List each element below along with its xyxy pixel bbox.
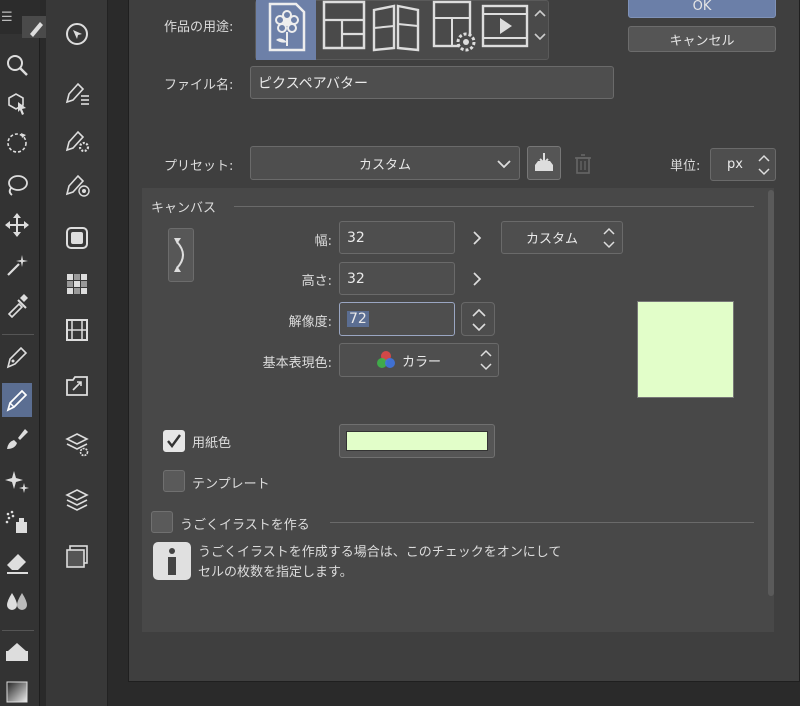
paper-color-swatch [346, 431, 488, 451]
trash-icon [575, 154, 591, 174]
resolution-label: 解像度: [288, 315, 332, 330]
chevron-right-icon[interactable] [471, 271, 483, 287]
object-select-icon[interactable] [2, 88, 32, 118]
checkmark-icon [167, 434, 181, 448]
height-input[interactable]: 32 [339, 262, 455, 295]
settings-print-icon [432, 0, 476, 52]
eraser-icon[interactable] [2, 547, 32, 577]
rgb-color-icon [377, 351, 395, 368]
size-preset-select[interactable]: カスタム [501, 221, 623, 254]
width-input[interactable]: 32 [339, 221, 455, 254]
unit-select[interactable]: px [710, 148, 776, 181]
magic-wand-icon[interactable] [2, 250, 32, 280]
cancel-button[interactable]: キャンセル [628, 26, 776, 52]
layer-icon[interactable] [61, 484, 93, 516]
section-divider [330, 522, 754, 523]
preset-value: カスタム [358, 157, 411, 173]
up-down-icon [472, 308, 486, 332]
decoration-icon[interactable] [2, 466, 32, 496]
size-preset-value: カスタム [526, 232, 579, 247]
width-label: 幅: [314, 234, 332, 249]
brush-icon[interactable] [2, 424, 32, 454]
info-text-line2: セルの枚数を指定します。 [198, 565, 353, 580]
airbrush-icon[interactable] [2, 506, 32, 536]
paper-color-label: 用紙色 [192, 436, 232, 451]
color-mode-value: カラー [402, 354, 442, 370]
usage-comic-book[interactable] [370, 0, 422, 52]
sub-tool-icon[interactable] [61, 76, 93, 108]
chevron-down-icon [497, 160, 511, 169]
usage-animation[interactable] [480, 0, 530, 52]
comic-icon [322, 0, 366, 50]
animation-timeline-icon[interactable] [61, 314, 93, 346]
move-icon[interactable] [2, 210, 32, 240]
unit-label: 単位: [670, 159, 701, 174]
color-set-icon[interactable] [61, 268, 93, 300]
filename-label: ファイル名: [164, 78, 234, 93]
layer-property-icon[interactable] [61, 428, 93, 460]
preset-dropdown[interactable]: カスタム [250, 146, 520, 180]
template-checkbox[interactable] [163, 470, 185, 492]
color-mode-select[interactable]: カラー [339, 343, 499, 377]
paper-color-button[interactable] [339, 424, 495, 458]
toolbar-divider [2, 334, 34, 335]
palette-menu-icon[interactable]: ☰ [1, 10, 13, 25]
material-icon[interactable] [61, 370, 93, 402]
template-label: テンプレート [192, 477, 270, 492]
download-icon [535, 153, 553, 171]
magnifier-icon[interactable] [2, 50, 32, 80]
usage-label: 作品の用途: [164, 20, 234, 35]
resolution-spinner[interactable] [461, 302, 495, 336]
color-wheel-icon[interactable] [61, 222, 93, 254]
info-text-line1: うごくイラストを作成する場合は、このチェックをオンにして [198, 545, 562, 560]
tool-property-icon[interactable] [61, 124, 93, 156]
toolbar-divider [2, 630, 34, 631]
paper-color-checkbox[interactable] [163, 430, 185, 452]
usage-comic[interactable] [320, 0, 368, 52]
panel-scrollbar[interactable] [768, 190, 774, 596]
resolution-value: 72 [347, 311, 369, 327]
up-down-icon [480, 349, 492, 371]
save-preset-button[interactable] [527, 146, 561, 180]
up-down-icon [603, 227, 615, 249]
height-label: 高さ: [301, 274, 332, 289]
preset-label: プリセット: [164, 159, 234, 174]
command-bar [46, 0, 108, 706]
usage-print-settings[interactable] [428, 0, 480, 56]
rotate-icon[interactable] [2, 128, 32, 158]
navigator-icon[interactable] [61, 18, 93, 50]
canvas-section-title: キャンバス [151, 201, 217, 216]
unit-value: px [727, 157, 743, 172]
resolution-input[interactable]: 72 [339, 302, 455, 336]
tool-palette: ☰ [0, 0, 48, 706]
usage-scroll[interactable] [532, 6, 548, 46]
illustration-icon [268, 2, 306, 52]
blend-icon[interactable] [2, 587, 32, 617]
canvas-icon[interactable] [61, 540, 93, 572]
canvas-preview [637, 301, 734, 398]
comic-book-icon [372, 4, 420, 52]
filename-input[interactable]: ピクスペアバター [250, 66, 614, 99]
delete-preset-button[interactable] [568, 150, 598, 178]
lasso-icon[interactable] [2, 170, 32, 200]
up-down-icon [758, 154, 770, 176]
eyedropper-icon[interactable] [2, 290, 32, 320]
animated-illustration-checkbox[interactable] [151, 511, 173, 533]
pen-icon[interactable] [2, 342, 32, 372]
ok-button[interactable]: OK [628, 0, 776, 18]
animated-illustration-label: うごくイラストを作る [180, 518, 310, 533]
color-mode-label: 基本表現色: [262, 356, 332, 371]
animation-icon [481, 4, 529, 48]
chevron-right-icon[interactable] [471, 230, 483, 246]
swap-size-button[interactable] [168, 228, 194, 282]
swap-orientation-icon [174, 238, 184, 272]
info-icon [153, 542, 191, 580]
section-divider [234, 206, 754, 207]
fill-icon[interactable] [2, 637, 32, 667]
pencil-icon[interactable] [2, 383, 32, 417]
usage-illustration[interactable] [256, 0, 316, 60]
brush-size-icon[interactable] [61, 168, 93, 200]
palette-tab[interactable] [22, 16, 48, 38]
gradient-icon[interactable] [2, 677, 32, 706]
